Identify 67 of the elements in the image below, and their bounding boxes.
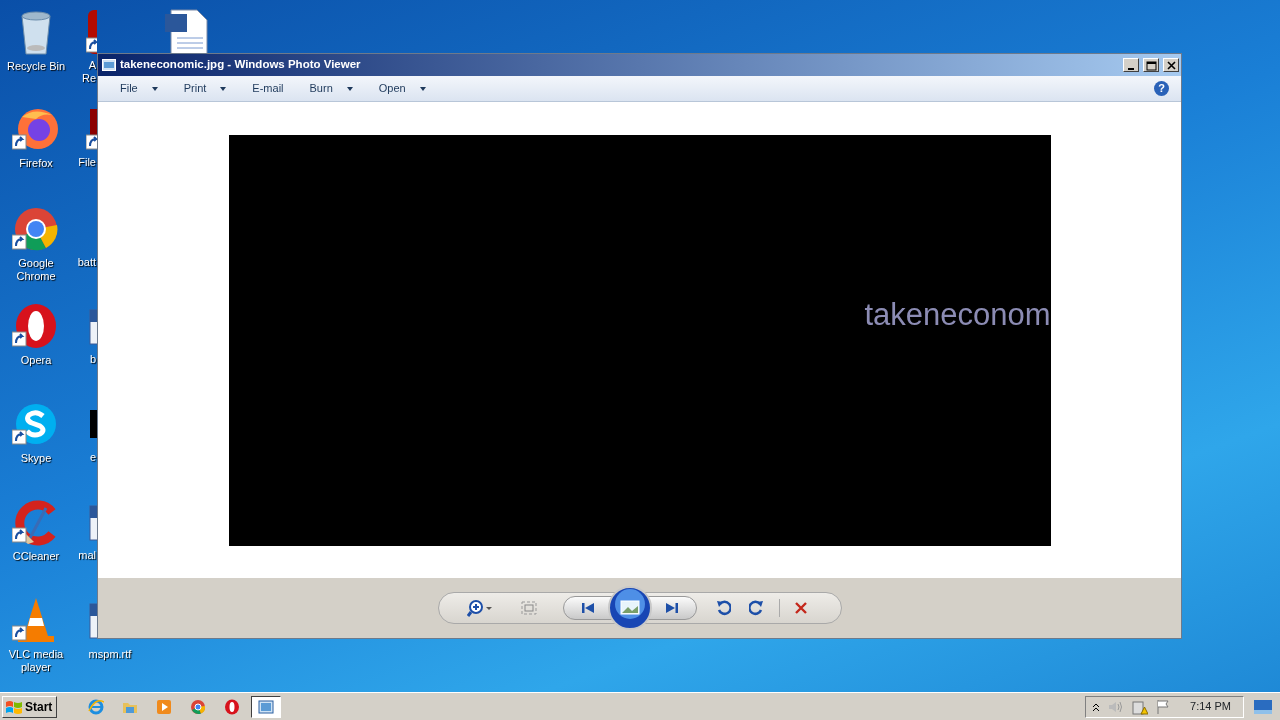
- opera-icon: [224, 698, 241, 715]
- delete-button[interactable]: [793, 601, 808, 615]
- next-icon: [663, 601, 680, 615]
- close-icon: [1165, 59, 1177, 71]
- windows-logo-icon: [5, 698, 23, 715]
- minimize-icon: [1128, 67, 1134, 70]
- photo-viewer-icon: [258, 698, 275, 715]
- slideshow-button[interactable]: [607, 586, 652, 630]
- minimize-button[interactable]: [1123, 58, 1139, 72]
- rotate-counterclockwise-icon: [714, 599, 731, 617]
- menu-button[interactable]: Print: [175, 78, 235, 99]
- image-text: takeneconom: [864, 295, 1051, 334]
- caret-icon: [220, 86, 227, 91]
- clock: 7:14 PM: [1190, 699, 1231, 715]
- chrome-icon[interactable]: [12, 205, 60, 253]
- rotate-counterclockwise-button[interactable]: [714, 599, 731, 617]
- zoom-icon: [466, 599, 493, 617]
- desktop-icon: [1253, 698, 1273, 715]
- icon-label: File: [78, 156, 96, 169]
- photo-viewer-taskbar-button[interactable]: [251, 695, 282, 718]
- icon-label: Re: [81, 72, 96, 85]
- icon-label: batt: [77, 256, 96, 269]
- icon-label: VLC media: [8, 648, 64, 661]
- icon-label: player: [21, 661, 51, 674]
- icon-label: mal: [78, 549, 96, 562]
- icon-label: CCleaner: [12, 550, 60, 563]
- icon-label: mspm.rtf: [88, 648, 132, 661]
- flag-icon[interactable]: [1156, 698, 1171, 715]
- menu-button[interactable]: E-mail: [244, 78, 292, 99]
- icon-label: Recycle Bin: [6, 60, 66, 73]
- internet-explorer-icon: [88, 698, 105, 715]
- icon-label: e: [89, 451, 96, 464]
- media-player-icon: [156, 698, 173, 715]
- rotate-clockwise-icon: [748, 599, 765, 617]
- fit-to-window-icon: [520, 601, 537, 615]
- network-warning-icon[interactable]: [1132, 698, 1149, 715]
- icon-label: Firefox: [19, 157, 53, 170]
- chrome-icon: [190, 698, 207, 715]
- slideshow-icon: [607, 586, 652, 630]
- menu-button[interactable]: File: [112, 78, 166, 99]
- caret-icon: [419, 86, 426, 91]
- menu-button[interactable]: Open: [370, 78, 434, 99]
- zoom-button[interactable]: [466, 599, 493, 617]
- menu-button[interactable]: Burn: [301, 78, 361, 99]
- rotate-clockwise-button[interactable]: [748, 599, 765, 617]
- word-document-icon[interactable]: [163, 8, 211, 53]
- maximize-button[interactable]: [1143, 58, 1159, 72]
- caret-icon: [346, 86, 353, 91]
- icon-label: Opera: [20, 354, 52, 367]
- show-hidden-icons-icon[interactable]: [1092, 701, 1101, 712]
- start-button[interactable]: Start: [2, 695, 58, 718]
- help-button[interactable]: ?: [1154, 81, 1169, 96]
- icon-label: Skype: [20, 452, 52, 465]
- delete-icon: [793, 601, 808, 615]
- icon-label: Chrome: [16, 270, 56, 283]
- previous-icon: [579, 601, 596, 615]
- pdf-icon[interactable]: [86, 8, 97, 56]
- window-title: takeneconomic.jpg - Windows Photo Viewer: [120, 57, 362, 73]
- maximize-icon: [1145, 59, 1157, 71]
- icon-label: Google: [18, 257, 54, 270]
- close-button[interactable]: [1163, 58, 1179, 72]
- caret-icon: [151, 86, 158, 91]
- next-button[interactable]: [663, 601, 680, 615]
- icon-label: b: [89, 353, 96, 366]
- icon-label: A: [88, 59, 96, 72]
- previous-button[interactable]: [579, 601, 596, 615]
- photo-viewer-icon: [102, 59, 116, 71]
